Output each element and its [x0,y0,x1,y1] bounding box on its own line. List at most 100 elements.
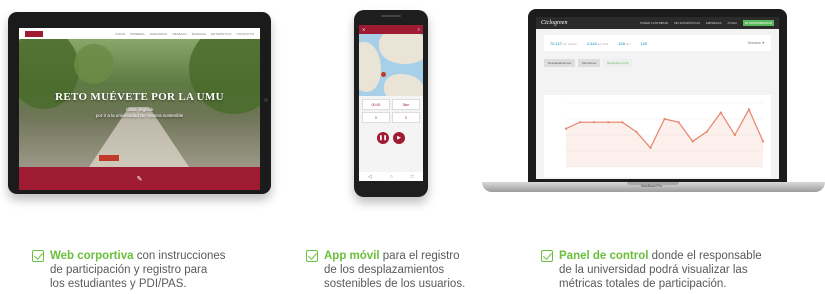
nav-item[interactable]: PRIMERA [130,32,144,36]
chart-point[interactable] [663,117,666,121]
chart-point[interactable] [621,121,624,124]
nav-item[interactable]: PODER CONTRIBUIR [640,21,668,25]
caption-line: Web corportiva con instrucciones [50,249,226,263]
nav-item[interactable]: CONTACTO [237,32,254,36]
app-header: ✕ ≡ [359,25,423,34]
close-icon[interactable]: ✕ [362,27,365,32]
caption-text: Web corportiva con instrucciones de part… [50,249,226,291]
caption-line: App móvil para el registro [324,249,465,263]
home-icon[interactable]: ○ [390,174,393,180]
nav-item[interactable]: INICIO [116,32,126,36]
pencil-icon[interactable]: ✎ [137,175,143,183]
chart-point[interactable] [733,133,736,137]
android-navbar: ◁ ○ □ [359,172,423,181]
chart-point[interactable] [761,140,765,143]
tab-kilometers[interactable]: Kilómetros [578,59,601,67]
line-chart [564,102,765,168]
chart-point[interactable] [691,140,694,143]
chart-point[interactable] [649,146,652,149]
check-icon [306,250,318,262]
chart-panel [544,95,771,177]
caption-line: sostenibles de los usuarios. [324,278,466,290]
period-select[interactable]: Semana ▼ [748,41,765,45]
caption-text: App móvil para el registro de los despla… [324,249,465,291]
hero-title: RETO MUÉVETE POR LA UMU [55,91,224,103]
nav-item[interactable]: AYUDA [728,21,737,25]
kpi-value: 120 [640,40,648,46]
stat-co2: 0 [362,112,390,123]
stat-time: 00:00 [362,99,390,110]
stat-points: 0 [392,112,420,123]
kpi-unit: bici [625,41,631,46]
pause-button[interactable]: ❚❚ [377,132,389,144]
chart-point[interactable] [578,121,582,124]
location-pin-icon [381,72,386,77]
hero-banner: RETO MUÉVETE POR LA UMU Gana Jeglook por… [19,39,260,167]
chart-tabs: Desplazamientos Kilómetros Reducción CO2 [544,59,771,67]
ciclogreen-logo[interactable]: Ciclogreen [541,20,567,26]
tablet-screen: INICIO PRIMERA NUESTROS TRABAJO RANKING … [19,28,260,190]
map-land [379,34,423,64]
phone-screen: ✕ ≡ 00:00 0km 0 0 ❚❚ ▶ ◁ ○ □ [359,25,423,181]
chart-point[interactable] [593,121,596,124]
chart-point[interactable] [719,111,722,114]
chart-point[interactable] [747,108,751,111]
caption-rest: donde el responsable [648,250,762,262]
recents-icon[interactable]: □ [411,174,414,180]
laptop-brand: MacBook Pro [641,184,663,188]
caption-highlight: Web corportiva [50,250,134,262]
caption-app: App móvil para el registro de los despla… [306,249,465,291]
nav-item[interactable]: ESTADÍSTICA [211,32,232,36]
kpi-item: 2.344 kg CO2 [587,41,608,46]
hero-subtitle: Gana Jeglook por ir a la universidad de … [19,107,260,119]
tablet-camera [264,98,268,102]
nav-item[interactable]: EMPRESAS [706,21,722,25]
map-land [384,74,423,96]
caption-highlight: App móvil [324,250,380,262]
play-button[interactable]: ▶ [393,132,405,144]
caption-line: métricas totales de participación. [559,278,727,290]
kpi-item: 76.117 km totales [550,41,577,46]
back-icon[interactable]: ◁ [368,174,372,180]
check-icon [32,250,44,262]
caption-highlight: Panel de control [559,250,649,262]
phone-mockup: ✕ ≡ 00:00 0km 0 0 ❚❚ ▶ ◁ ○ □ [354,10,428,197]
chart-point[interactable] [564,127,568,130]
laptop-mockup: Ciclogreen PODER CONTRIBUIR MIS ESTADÍST… [528,9,787,182]
laptop-screen: Ciclogreen PODER CONTRIBUIR MIS ESTADÍST… [536,17,779,179]
check-icon [541,250,553,262]
dashboard-nav: Ciclogreen PODER CONTRIBUIR MIS ESTADÍST… [536,17,779,29]
nav-item[interactable]: RANKING [192,32,206,36]
tree-foliage [74,44,114,84]
nav-item[interactable]: NUESTROS [150,32,167,36]
chart-point[interactable] [705,130,708,133]
stat-distance: 0km [392,99,420,110]
website-nav: INICIO PRIMERA NUESTROS TRABAJO RANKING … [19,28,260,39]
chart-point[interactable] [677,121,680,124]
nav-cta-button[interactable]: MI SOSTENIBILIDAD [742,20,774,26]
phone-speaker [381,15,401,17]
app-map[interactable] [359,34,423,96]
nav-item[interactable]: TRABAJO [172,32,187,36]
nav-item[interactable]: MIS ESTADÍSTICAS [674,21,700,25]
hero-button[interactable] [99,155,119,161]
tab-trips[interactable]: Desplazamientos [544,59,576,67]
caption-line: de los desplazamientos [324,264,445,276]
kpi-unit: km totales [563,41,577,46]
caption-line: los estudiantes y PDI/PAS. [50,278,187,290]
caption-dashboard: Panel de control donde el responsable de… [541,249,762,291]
website-footer: ✎ [19,167,260,190]
kpi-item: 120 [640,41,647,46]
menu-icon[interactable]: ≡ [418,27,420,32]
hero-subtitle-line: por ir a la universidad de manera sosten… [95,113,184,118]
caption-line: de la universidad podrá visualizar las [559,264,748,276]
kpi-bar: 76.117 km totales 2.344 kg CO2 128 bici … [544,35,771,51]
caption-rest: con instrucciones [133,250,226,262]
caption-web: Web corportiva con instrucciones de part… [32,249,226,291]
tablet-mockup: INICIO PRIMERA NUESTROS TRABAJO RANKING … [8,12,271,194]
tab-co2[interactable]: Reducción CO2 [603,59,633,67]
chart-point[interactable] [635,130,638,133]
chart-point[interactable] [607,121,610,124]
umu-logo [25,30,43,37]
kpi-value: 2.344 [586,40,597,46]
